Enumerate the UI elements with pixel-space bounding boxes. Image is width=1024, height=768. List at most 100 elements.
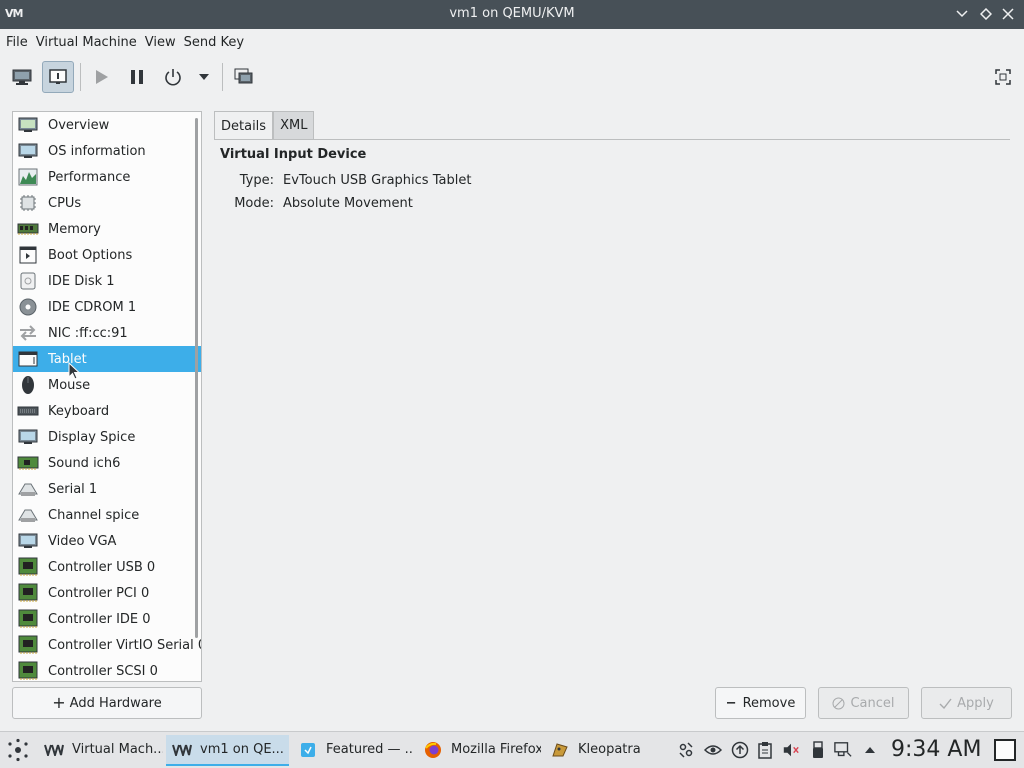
toolbar-separator <box>222 63 223 91</box>
add-hardware-button[interactable]: + Add Hardware <box>12 687 202 719</box>
section-title: Virtual Input Device <box>220 147 367 162</box>
task-label: Featured — ... <box>326 742 414 757</box>
task-vm1[interactable]: vm1 on QE... <box>166 735 289 766</box>
sidebar-item-controller-usb-0[interactable]: Controller USB 0 <box>13 554 201 580</box>
sidebar-item-controller-scsi-0[interactable]: Controller SCSI 0 <box>13 658 201 681</box>
hardware-list[interactable]: Overview OS information Performance CPUs… <box>12 111 202 682</box>
sidebar-item-controller-ide-0[interactable]: Controller IDE 0 <box>13 606 201 632</box>
kleopatra-icon <box>550 741 570 759</box>
sidebar-item-sound-ich6[interactable]: Sound ich6 <box>13 450 201 476</box>
app-launcher-button[interactable] <box>6 738 30 762</box>
sidebar-item-label: Controller SCSI 0 <box>48 663 158 679</box>
fullscreen-button[interactable] <box>987 61 1019 93</box>
task-label: vm1 on QE... <box>200 742 284 757</box>
console-view-button[interactable] <box>6 61 38 93</box>
controller-icon <box>17 583 39 603</box>
sidebar-item-controller-pci-0[interactable]: Controller PCI 0 <box>13 580 201 606</box>
mode-label: Mode: <box>234 196 274 211</box>
close-button[interactable] <box>999 5 1017 23</box>
menu-view[interactable]: View <box>142 32 179 54</box>
sidebar-item-label: IDE Disk 1 <box>48 273 115 289</box>
eye-icon[interactable] <box>704 741 722 759</box>
discover-icon <box>298 741 318 759</box>
clock[interactable]: 9:34 AM <box>891 737 981 762</box>
controller-icon <box>17 661 39 681</box>
sidebar-item-ide-disk-1[interactable]: IDE Disk 1 <box>13 268 201 294</box>
shutdown-menu-button[interactable] <box>192 61 216 93</box>
task-discover[interactable]: Featured — ... <box>292 735 414 766</box>
apply-button[interactable]: Apply <box>921 687 1012 719</box>
kde-connect-icon[interactable] <box>677 741 695 759</box>
sidebar-item-label: Controller PCI 0 <box>48 585 150 601</box>
update-icon[interactable] <box>731 741 749 759</box>
menu-virtual-machine[interactable]: Virtual Machine <box>33 32 140 54</box>
sidebar-item-label: Performance <box>48 169 131 185</box>
remove-button[interactable]: − Remove <box>715 687 806 719</box>
title-bar[interactable]: VM vm1 on QEMU/KVM <box>0 0 1024 29</box>
pause-button[interactable] <box>121 61 153 93</box>
sidebar-item-performance[interactable]: Performance <box>13 164 201 190</box>
usb-device-icon[interactable] <box>809 741 827 759</box>
tray-expand-icon[interactable] <box>861 741 879 759</box>
window-title: vm1 on QEMU/KVM <box>449 6 575 21</box>
sidebar-item-label: Boot Options <box>48 247 133 263</box>
sidebar-item-overview[interactable]: Overview <box>13 112 201 138</box>
sidebar-scrollbar[interactable] <box>195 118 198 638</box>
toolbar <box>0 57 1024 99</box>
menu-file[interactable]: File <box>3 32 31 54</box>
task-kleopatra[interactable]: Kleopatra <box>544 735 664 766</box>
memory-icon <box>17 219 39 239</box>
sidebar-item-boot-options[interactable]: Boot Options <box>13 242 201 268</box>
sidebar-item-label: Display Spice <box>48 429 136 445</box>
sidebar-item-ide-cdrom-1[interactable]: IDE CDROM 1 <box>13 294 201 320</box>
maximize-button[interactable] <box>977 5 995 23</box>
sidebar-item-channel-spice[interactable]: Channel spice <box>13 502 201 528</box>
task-label: Virtual Mach... <box>72 742 163 757</box>
tab-divider <box>214 139 1010 140</box>
menu-send-key[interactable]: Send Key <box>181 32 247 54</box>
apply-label: Apply <box>957 695 994 711</box>
sidebar-item-label: Overview <box>48 117 110 133</box>
pause-icon <box>131 70 143 84</box>
disk-icon <box>17 271 39 291</box>
minimize-button[interactable] <box>953 5 971 23</box>
sidebar-item-nic[interactable]: NIC :ff:cc:91 <box>13 320 201 346</box>
taskbar: Virtual Mach... vm1 on QE... Featured — … <box>0 731 1024 768</box>
sidebar-item-keyboard[interactable]: Keyboard <box>13 398 201 424</box>
sidebar-item-tablet[interactable]: Tablet <box>13 346 201 372</box>
sidebar-item-video-vga[interactable]: Video VGA <box>13 528 201 554</box>
cancel-button[interactable]: Cancel <box>818 687 909 719</box>
tab-xml[interactable]: XML <box>273 111 315 140</box>
snapshots-button[interactable] <box>228 61 260 93</box>
sidebar-item-label: Sound ich6 <box>48 455 121 471</box>
task-virtual-machine-manager[interactable]: Virtual Mach... <box>38 735 163 766</box>
toolbar-separator <box>80 63 81 91</box>
tablet-icon <box>17 349 39 369</box>
controller-icon <box>17 635 39 655</box>
show-desktop-button[interactable] <box>994 739 1016 761</box>
sidebar-item-label: CPUs <box>48 195 82 211</box>
network-wired-icon[interactable] <box>834 741 852 759</box>
sidebar-item-display-spice[interactable]: Display Spice <box>13 424 201 450</box>
shutdown-button[interactable] <box>157 61 189 93</box>
sidebar-item-label: Video VGA <box>48 533 117 549</box>
sidebar-item-controller-virtio-serial-0[interactable]: Controller VirtIO Serial 0 <box>13 632 201 658</box>
task-firefox[interactable]: Mozilla Firefox <box>417 735 541 766</box>
controller-icon <box>17 609 39 629</box>
sidebar-item-cpus[interactable]: CPUs <box>13 190 201 216</box>
play-icon <box>96 70 108 84</box>
clipboard-icon[interactable] <box>756 741 774 759</box>
mode-value: Absolute Movement <box>283 196 413 211</box>
sidebar-item-os-information[interactable]: OS information <box>13 138 201 164</box>
tab-details[interactable]: Details <box>214 111 274 140</box>
sidebar-item-serial-1[interactable]: Serial 1 <box>13 476 201 502</box>
sidebar-item-label: Serial 1 <box>48 481 98 497</box>
os-info-icon <box>17 141 39 161</box>
sidebar-item-mouse[interactable]: Mouse <box>13 372 201 398</box>
mouse-icon <box>17 375 39 395</box>
sidebar-item-memory[interactable]: Memory <box>13 216 201 242</box>
details-view-button[interactable] <box>42 61 74 93</box>
fullscreen-icon <box>995 69 1011 85</box>
volume-muted-icon[interactable] <box>782 741 800 759</box>
run-button[interactable] <box>85 61 117 93</box>
